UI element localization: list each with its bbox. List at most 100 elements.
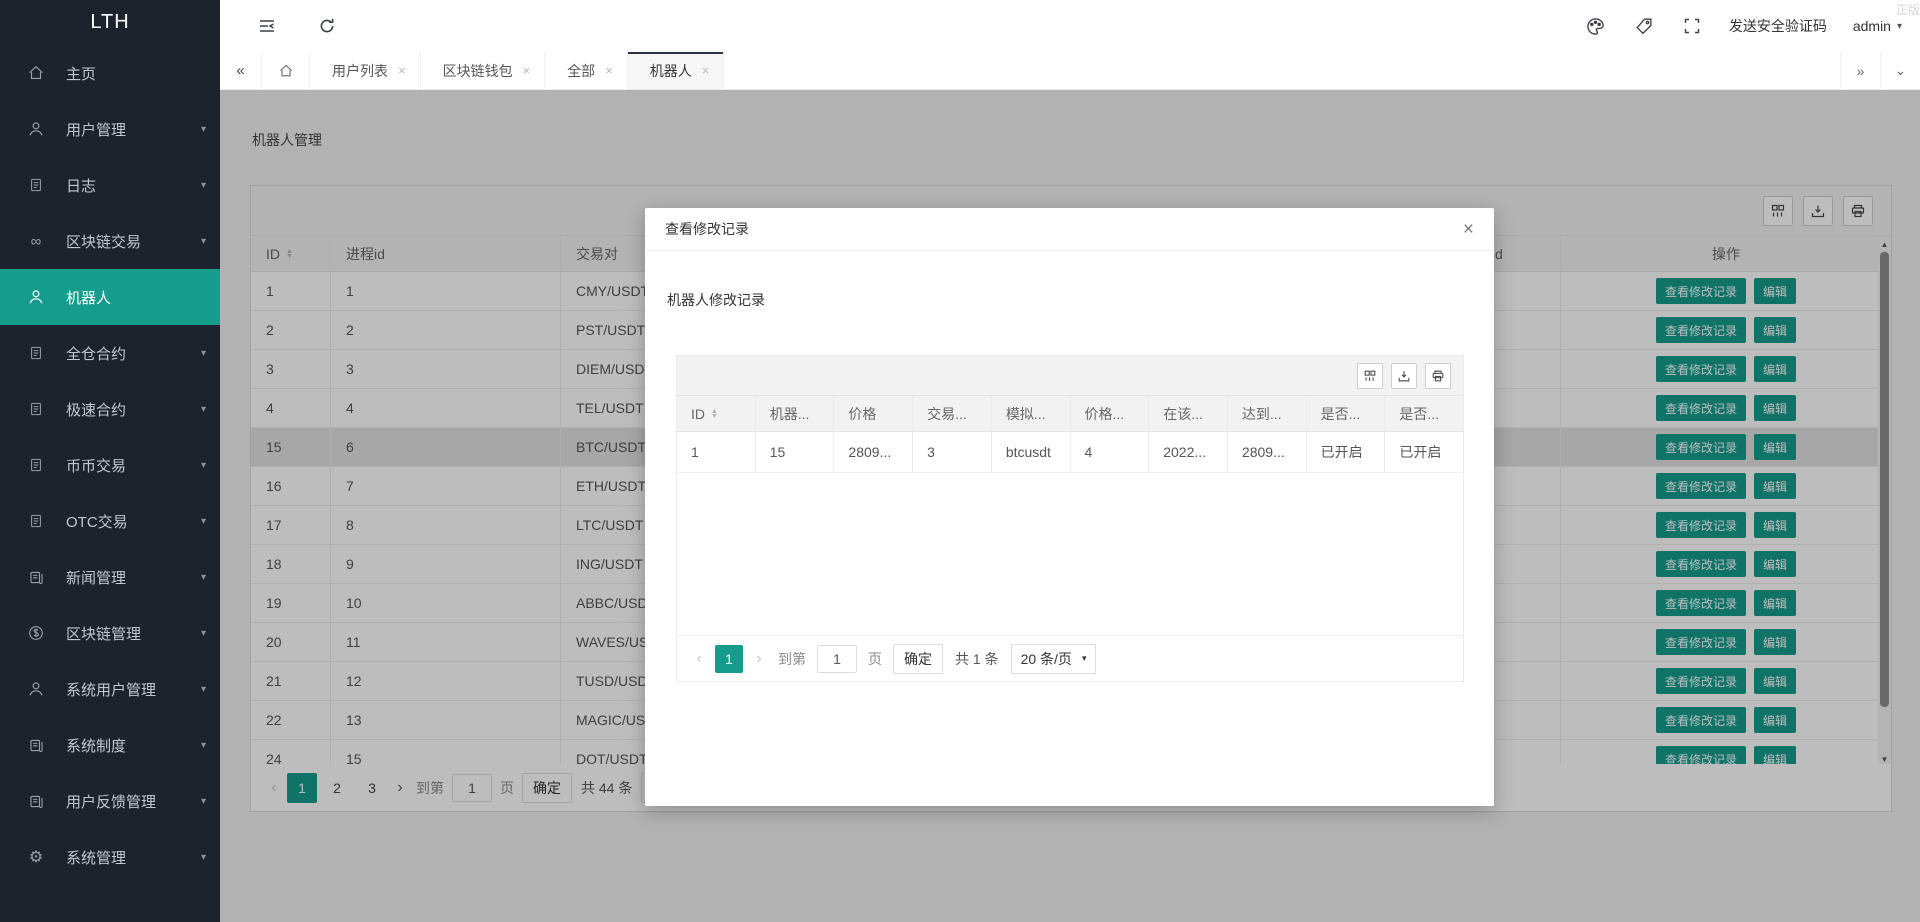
file-icon — [26, 455, 46, 475]
chevron-down-icon: ▾ — [1896, 20, 1902, 32]
records-cell: 1 — [677, 432, 756, 472]
records-row[interactable]: 1 15 2809... 3 btcusdt 4 2022... 2809...… — [677, 432, 1463, 473]
records-cell: 已开启 — [1399, 444, 1442, 460]
close-icon[interactable]: × — [605, 63, 613, 78]
home-icon — [26, 63, 46, 83]
tabs-scroll-right-button[interactable]: » — [1840, 52, 1880, 89]
modal-titlebar: 查看修改记录 × — [645, 208, 1494, 251]
sidebar-toggle-icon[interactable] — [256, 15, 278, 37]
tab-label: 区块链钱包 — [442, 62, 513, 79]
chevron-down-icon: ▾ — [200, 851, 206, 863]
sidebar-item[interactable]: 机器人 ▾ — [0, 269, 220, 325]
sidebar-item[interactable]: OTC交易 ▾ — [0, 493, 220, 549]
tab[interactable]: 用户列表 × — [310, 52, 421, 89]
records-cell: 2022... — [1149, 432, 1228, 472]
next-page-icon[interactable]: › — [751, 650, 767, 668]
sidebar-item[interactable]: ⚙ 系统管理 ▾ — [0, 829, 220, 885]
theme-palette-icon[interactable] — [1585, 15, 1607, 37]
sidebar-item-label: OTC交易 — [66, 513, 128, 531]
sidebar-item[interactable]: 用户管理 ▾ — [0, 101, 220, 157]
user-icon — [26, 119, 46, 139]
chevron-down-icon: ▾ — [200, 179, 206, 191]
confirm-page-button[interactable]: 确定 — [893, 643, 943, 674]
tab[interactable]: 全部 × — [545, 52, 628, 89]
sidebar-item[interactable]: 币币交易 ▾ — [0, 437, 220, 493]
chevron-down-icon: ▾ — [200, 403, 206, 415]
records-col-id: ID — [691, 405, 705, 422]
records-col: 价格 — [834, 396, 914, 431]
tabs-menu-button[interactable]: ⌄ — [1880, 52, 1920, 89]
page-unit-label: 页 — [868, 650, 882, 667]
sidebar-item-label: 币币交易 — [66, 457, 127, 475]
chevron-down-icon: ▾ — [200, 347, 206, 359]
sort-icon[interactable]: ▲ ▼ — [711, 408, 718, 420]
sidebar-item[interactable]: 全仓合约 ▾ — [0, 325, 220, 381]
chevron-down-icon: ▾ — [200, 235, 206, 247]
close-icon[interactable]: × — [1463, 220, 1474, 239]
tab-bar: « 用户列表 × 区块链钱包 × 全部 × 机器人 × » ⌄ — [220, 52, 1920, 90]
file-icon — [26, 399, 46, 419]
sidebar-item-label: 极速合约 — [66, 401, 127, 419]
username: admin — [1852, 18, 1891, 34]
sidebar-item-label: 全仓合约 — [66, 345, 127, 363]
sidebar-item-label: 系统制度 — [66, 737, 127, 755]
goto-label: 到第 — [778, 650, 806, 667]
records-cell: 15 — [756, 432, 835, 472]
sidebar-item[interactable]: 主页 ▾ — [0, 45, 220, 101]
file-icon — [26, 511, 46, 531]
home-tab[interactable] — [262, 52, 310, 89]
sidebar-item-label: 系统用户管理 — [66, 681, 157, 699]
sidebar-item[interactable]: 系统用户管理 ▾ — [0, 661, 220, 717]
sidebar-item-label: 新闻管理 — [66, 569, 127, 587]
link-icon: ∞ — [30, 232, 42, 250]
close-icon[interactable]: × — [702, 63, 710, 78]
records-col: 是否... — [1399, 405, 1439, 422]
sidebar-item[interactable]: 日志 ▾ — [0, 157, 220, 213]
page-input[interactable] — [817, 644, 857, 673]
sidebar-item-label: 区块链交易 — [66, 233, 142, 251]
chevron-down-icon: ▾ — [1081, 653, 1087, 663]
sidebar-item[interactable]: 系统制度 ▾ — [0, 717, 220, 773]
send-security-code-button[interactable]: 发送安全验证码 — [1729, 16, 1827, 36]
tab[interactable]: 区块链钱包 × — [421, 52, 546, 89]
fullscreen-icon[interactable] — [1681, 15, 1703, 37]
news-icon — [26, 567, 46, 587]
sidebar-item-label: 用户反馈管理 — [66, 793, 157, 811]
page-number[interactable]: 1 — [715, 644, 743, 673]
records-cell: 4 — [1071, 432, 1150, 472]
tab-label: 全部 — [567, 62, 596, 79]
export-icon[interactable] — [1391, 362, 1417, 389]
total-count: 共 1 条 — [955, 650, 999, 667]
sidebar-item-label: 系统管理 — [66, 849, 127, 867]
chevron-down-icon: ▾ — [200, 795, 206, 807]
tab[interactable]: 机器人 × — [627, 52, 725, 89]
top-header: 发送安全验证码 admin ▾ — [220, 0, 1920, 52]
sidebar-item[interactable]: 新闻管理 ▾ — [0, 549, 220, 605]
sidebar-item[interactable]: 用户反馈管理 ▾ — [0, 773, 220, 829]
sidebar-item[interactable]: 极速合约 ▾ — [0, 381, 220, 437]
records-pagination: ‹ 1 › 到第 页 确定 共 1 条 20 条/页 ▾ — [677, 635, 1463, 681]
filter-columns-icon[interactable] — [1357, 362, 1383, 389]
records-col: 机器... — [756, 396, 835, 431]
modal-title: 查看修改记录 — [665, 221, 749, 237]
user-menu[interactable]: admin ▾ — [1853, 18, 1902, 34]
close-icon[interactable]: × — [523, 63, 531, 78]
sidebar-item-label: 用户管理 — [66, 121, 127, 139]
records-col: 在该... — [1149, 396, 1228, 431]
file-icon — [26, 343, 46, 363]
sidebar-item[interactable]: 区块链管理 ▾ — [0, 605, 220, 661]
chevron-down-icon: ▾ — [200, 459, 206, 471]
page-size-select[interactable]: 20 条/页 ▾ — [1010, 643, 1097, 674]
refresh-icon[interactable] — [316, 15, 338, 37]
print-icon[interactable] — [1425, 362, 1451, 389]
tag-icon[interactable] — [1633, 15, 1655, 37]
chevron-down-icon: ▾ — [200, 683, 206, 695]
records-cell: 2809... — [834, 432, 914, 472]
prev-page-icon[interactable]: ‹ — [691, 650, 707, 668]
tabs-scroll-left-button[interactable]: « — [220, 52, 262, 89]
sidebar-item[interactable]: ∞ 区块链交易 ▾ — [0, 213, 220, 269]
close-icon[interactable]: × — [398, 63, 406, 78]
records-col: 达到... — [1228, 396, 1307, 431]
app-logo: LTH — [90, 11, 130, 33]
records-header-row: ID ▲ ▼ 机器... 价格 交易... 模拟... 价格... 在该... 达到… — [677, 396, 1463, 432]
